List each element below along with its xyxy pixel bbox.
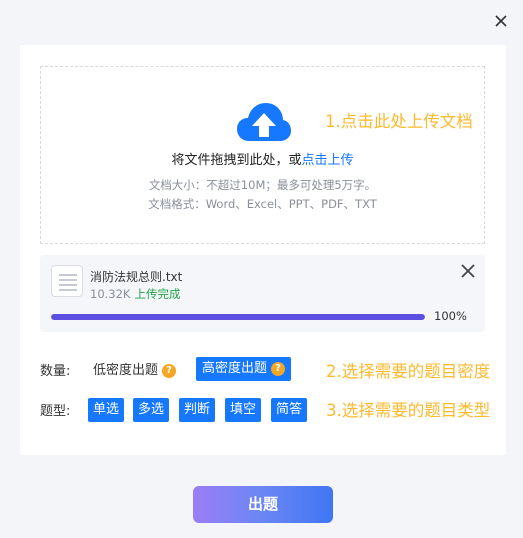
- high-density-label: 高密度出题: [202, 361, 268, 376]
- upload-progress-bar: [51, 314, 425, 320]
- type-annotation: 3.选择需要的题目类型: [326, 401, 491, 420]
- format-hint: 文档格式：Word、Excel、PPT、PDF、TXT: [148, 197, 377, 211]
- upload-annotation: 1.点击此处上传文档: [325, 112, 473, 131]
- upload-prompt-text: 将文件拖拽到此处，或: [171, 153, 302, 168]
- help-icon[interactable]: ?: [162, 364, 177, 378]
- density-label: 数量:: [40, 364, 71, 379]
- close-dialog-button[interactable]: [490, 10, 512, 32]
- type-label: 题型:: [40, 404, 71, 419]
- remove-file-button[interactable]: [459, 262, 477, 280]
- close-icon: [495, 15, 507, 27]
- size-hint: 文档大小：不超过10M；最多可处理5万字。: [148, 178, 377, 192]
- upload-prompt: 将文件拖拽到此处，或点击上传: [41, 149, 484, 168]
- click-upload-link[interactable]: 点击上传: [302, 153, 354, 168]
- file-name: 消防法规总则.txt: [90, 270, 183, 284]
- type-fill-blank[interactable]: 填空: [225, 398, 262, 422]
- upload-panel: 将文件拖拽到此处，或点击上传 文档大小：不超过10M；最多可处理5万字。 文档格…: [20, 45, 506, 455]
- cloud-upload-icon: [237, 103, 291, 141]
- file-size: 10.32K: [90, 287, 131, 301]
- low-density-option[interactable]: 低密度出题?: [93, 359, 177, 378]
- upload-progress-label: 100%: [434, 309, 467, 323]
- generate-questions-button[interactable]: 出题: [193, 486, 333, 523]
- low-density-label: 低密度出题: [93, 363, 159, 378]
- type-true-false[interactable]: 判断: [179, 398, 216, 422]
- file-meta: 10.32K 上传完成: [90, 286, 180, 302]
- density-annotation: 2.选择需要的题目密度: [326, 362, 491, 381]
- high-density-option[interactable]: 高密度出题?: [196, 357, 292, 381]
- upload-status: 上传完成: [134, 287, 181, 301]
- text-file-icon: [51, 265, 83, 297]
- type-multiple-choice[interactable]: 多选: [133, 398, 170, 422]
- upload-dropzone[interactable]: 将文件拖拽到此处，或点击上传 文档大小：不超过10M；最多可处理5万字。 文档格…: [40, 66, 485, 244]
- type-single-choice[interactable]: 单选: [88, 398, 125, 422]
- help-icon[interactable]: ?: [271, 362, 286, 376]
- uploaded-file-card: 消防法规总则.txt 10.32K 上传完成 100%: [40, 255, 485, 332]
- upload-progress-fill: [51, 314, 425, 320]
- type-short-answer[interactable]: 简答: [271, 398, 308, 422]
- close-icon: [461, 264, 475, 278]
